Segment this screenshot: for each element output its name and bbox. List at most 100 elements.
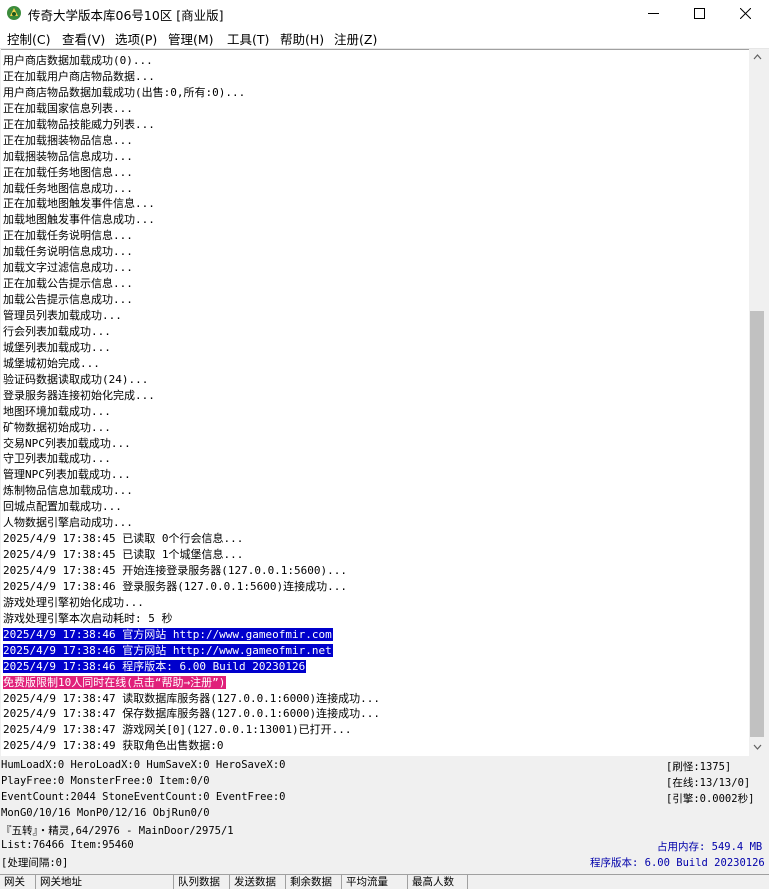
minimize-button[interactable] bbox=[630, 0, 676, 27]
log-scrollbar[interactable] bbox=[749, 49, 766, 755]
log-line: 游戏处理引擎初始化成功... bbox=[3, 595, 381, 611]
log-line: 正在加载任务地图信息... bbox=[3, 165, 381, 181]
log-line-text: 2025/4/9 17:38:47 保存数据库服务器(127.0.0.1:600… bbox=[3, 707, 381, 721]
status-map: 『五转』・精灵,64/2976 - MainDoor/2975/1 bbox=[1, 825, 234, 837]
log-line-text: 游戏处理引擎初始化成功... bbox=[3, 595, 144, 609]
log-line: 管理NPC列表加载成功... bbox=[3, 467, 381, 483]
log-line-text: 加载捆装物品信息成功... bbox=[3, 149, 133, 163]
log-line-text: 2025/4/9 17:38:46 程序版本: 6.00 Build 20230… bbox=[3, 659, 307, 673]
log-line: 地图环境加载成功... bbox=[3, 404, 381, 420]
log-line-text: 用户商店数据加载成功(0)... bbox=[3, 54, 153, 67]
log-line-text: 正在加载公告提示信息... bbox=[3, 277, 133, 291]
log-line: 2025/4/9 17:38:47 保存数据库服务器(127.0.0.1:600… bbox=[3, 706, 381, 722]
log-line: 2025/4/9 17:38:46 程序版本: 6.00 Build 20230… bbox=[3, 659, 381, 675]
log-line: 加载任务地图信息成功... bbox=[3, 181, 381, 197]
title-bar: 传奇大学版本库06号10区 [商业版] bbox=[0, 0, 769, 27]
log-lines: 用户商店数据加载成功(0)... 正在加载用户商店物品数据... 用户商店物品数据加… bbox=[3, 53, 381, 754]
menu-help[interactable]: 帮助(H) bbox=[280, 29, 324, 48]
col-avg-traffic[interactable]: 平均流量 bbox=[342, 875, 408, 889]
log-line: 正在加载用户商店物品数据... bbox=[3, 69, 381, 85]
minimize-icon bbox=[648, 13, 659, 14]
log-line: 城堡列表加载成功... bbox=[3, 340, 381, 356]
log-line-text: 地图环境加载成功... bbox=[3, 404, 111, 418]
scrollbar-thumb[interactable] bbox=[750, 311, 764, 737]
status-load-save: HumLoadX:0 HeroLoadX:0 HumSaveX:0 HeroSa… bbox=[1, 759, 286, 771]
menu-register[interactable]: 注册(Z) bbox=[334, 29, 377, 48]
log-line-text: 游戏处理引擎本次启动耗时: 5 秒 bbox=[3, 611, 173, 625]
col-gateway[interactable]: 网关 bbox=[0, 875, 36, 889]
log-line-text: 2025/4/9 17:38:46 官方网站 http://www.gameof… bbox=[3, 627, 333, 641]
log-line: 2025/4/9 17:38:46 登录服务器(127.0.0.1:5600)连… bbox=[3, 579, 381, 595]
log-line-text: 回城点配置加载成功... bbox=[3, 500, 122, 514]
menu-tools[interactable]: 工具(T) bbox=[227, 29, 269, 48]
col-send-data[interactable]: 发送数据 bbox=[230, 875, 286, 889]
menu-control[interactable]: 控制(C) bbox=[7, 29, 50, 48]
close-icon bbox=[740, 8, 751, 19]
log-line-text: 行会列表加载成功... bbox=[3, 324, 111, 338]
log-line: 2025/4/9 17:38:45 已读取 0个行会信息... bbox=[3, 531, 381, 547]
log-line-text: 加载任务地图信息成功... bbox=[3, 181, 133, 195]
scroll-down-arrow-icon[interactable] bbox=[749, 738, 766, 755]
memory-usage: 占用内存: 549.4 MB bbox=[657, 841, 763, 853]
log-line-text: 用户商店物品数据加载成功(出售:0,所有:0)... bbox=[3, 85, 246, 99]
log-line-text: 正在加载国家信息列表... bbox=[3, 101, 133, 115]
log-line-text: 加载任务说明信息成功... bbox=[3, 245, 133, 259]
close-button[interactable] bbox=[722, 0, 768, 27]
status-online: [在线:13/13/0] bbox=[666, 777, 751, 789]
status-engine: [引擎:0.0002秒] bbox=[666, 793, 755, 805]
log-panel[interactable]: 用户商店数据加载成功(0)... 正在加载用户商店物品数据... 用户商店物品数据加… bbox=[1, 49, 749, 756]
status-panel: HumLoadX:0 HeroLoadX:0 HumSaveX:0 HeroSa… bbox=[0, 756, 769, 874]
gateway-table-header: 网关 网关地址 队列数据 发送数据 剩余数据 平均流量 最高人数 bbox=[0, 874, 769, 889]
status-spawn: [刷怪:1375] bbox=[666, 761, 732, 773]
log-line-text: 2025/4/9 17:38:45 已读取 1个城堡信息... bbox=[3, 548, 244, 562]
log-line-text: 矿物数据初始成功... bbox=[3, 420, 111, 434]
log-line-text: 正在加载物品技能威力列表... bbox=[3, 117, 155, 131]
log-line-text: 正在加载用户商店物品数据... bbox=[3, 69, 155, 83]
log-line-text: 验证码数据读取成功(24)... bbox=[3, 372, 149, 386]
log-line: 加载地图触发事件信息成功... bbox=[3, 212, 381, 228]
log-line-text: 管理NPC列表加载成功... bbox=[3, 468, 131, 482]
log-line-text: 免费版限制10人同时在线(点击“帮助→注册”) bbox=[3, 675, 227, 689]
log-line-text: 2025/4/9 17:38:45 已读取 0个行会信息... bbox=[3, 532, 244, 546]
log-line-text: 2025/4/9 17:38:46 官方网站 http://www.gameof… bbox=[3, 643, 333, 657]
scroll-up-arrow-icon[interactable] bbox=[749, 49, 766, 66]
col-max-users[interactable]: 最高人数 bbox=[408, 875, 468, 889]
app-icon bbox=[6, 5, 22, 21]
log-line: 正在加载任务说明信息... bbox=[3, 228, 381, 244]
menu-manage[interactable]: 管理(M) bbox=[168, 29, 214, 48]
maximize-button[interactable] bbox=[676, 0, 722, 27]
col-queue-data[interactable]: 队列数据 bbox=[174, 875, 230, 889]
log-line-text: 守卫列表加载成功... bbox=[3, 452, 111, 466]
log-line: 2025/4/9 17:38:47 游戏网关[0](127.0.0.1:1300… bbox=[3, 722, 381, 738]
log-line: 正在加载捆装物品信息... bbox=[3, 133, 381, 149]
log-line-text: 正在加载任务地图信息... bbox=[3, 165, 133, 179]
log-line-text: 城堡城初始完成... bbox=[3, 356, 100, 370]
log-line: 2025/4/9 17:38:46 官方网站 http://www.gameof… bbox=[3, 643, 381, 659]
log-line-text: 加载公告提示信息成功... bbox=[3, 293, 133, 307]
log-line: 2025/4/9 17:38:46 官方网站 http://www.gameof… bbox=[3, 627, 381, 643]
status-interval: [处理间隔:0] bbox=[1, 857, 69, 869]
log-line-text: 正在加载捆装物品信息... bbox=[3, 133, 133, 147]
col-remaining-data[interactable]: 剩余数据 bbox=[286, 875, 342, 889]
col-gateway-address[interactable]: 网关地址 bbox=[36, 875, 174, 889]
log-line: 免费版限制10人同时在线(点击“帮助→注册”) bbox=[3, 675, 381, 691]
log-line: 2025/4/9 17:38:45 开始连接登录服务器(127.0.0.1:56… bbox=[3, 563, 381, 579]
log-line: 用户商店物品数据加载成功(出售:0,所有:0)... bbox=[3, 85, 381, 101]
log-line-text: 2025/4/9 17:38:47 游戏网关[0](127.0.0.1:1300… bbox=[3, 723, 352, 737]
log-line: 2025/4/9 17:38:49 获取角色出售数据:0 bbox=[3, 738, 381, 754]
log-line: 游戏处理引擎本次启动耗时: 5 秒 bbox=[3, 611, 381, 627]
log-line: 守卫列表加载成功... bbox=[3, 451, 381, 467]
log-line-text: 2025/4/9 17:38:47 读取数据库服务器(127.0.0.1:600… bbox=[3, 691, 381, 705]
log-line: 加载任务说明信息成功... bbox=[3, 244, 381, 260]
status-monsters: MonG0/10/16 MonP0/12/16 ObjRun0/0 bbox=[1, 807, 210, 819]
program-version: 程序版本: 6.00 Build 20230126 bbox=[590, 857, 765, 869]
log-line-text: 2025/4/9 17:38:45 开始连接登录服务器(127.0.0.1:56… bbox=[3, 564, 348, 577]
log-line: 炼制物品信息加载成功... bbox=[3, 483, 381, 499]
menu-view[interactable]: 查看(V) bbox=[62, 29, 105, 48]
log-line-text: 登录服务器连接初始化完成... bbox=[3, 388, 155, 402]
status-free: PlayFree:0 MonsterFree:0 Item:0/0 bbox=[1, 775, 210, 787]
log-line: 正在加载物品技能威力列表... bbox=[3, 117, 381, 133]
log-line-text: 人物数据引擎启动成功... bbox=[3, 516, 133, 530]
menu-options[interactable]: 选项(P) bbox=[115, 29, 157, 48]
log-line: 验证码数据读取成功(24)... bbox=[3, 372, 381, 388]
